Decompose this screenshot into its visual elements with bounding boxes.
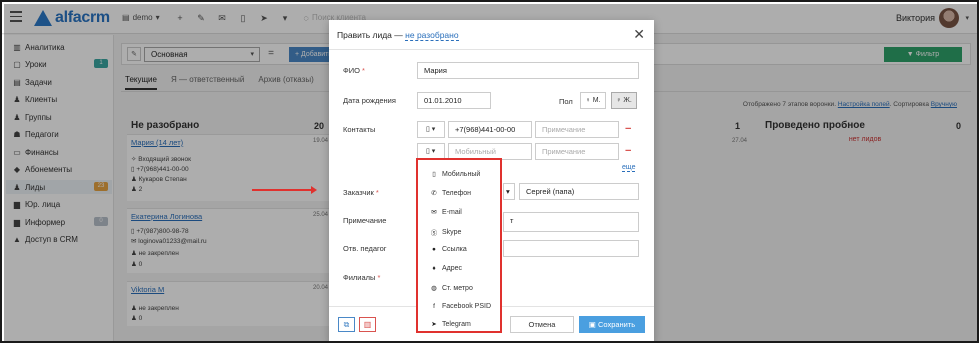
annotation-arrow [252, 186, 317, 194]
branches-label: Филиалы * [343, 273, 380, 282]
cancel-button[interactable]: Отмена [510, 316, 574, 333]
comment-label: Примечание [343, 216, 387, 225]
save-icon: ▣ [588, 320, 598, 329]
telegram-icon: ➤ [431, 321, 437, 328]
teacher-field[interactable] [503, 240, 639, 257]
required-mark: * [375, 188, 379, 197]
contact-type-select[interactable]: ▯ ▾ [417, 121, 445, 138]
gender-female-button[interactable]: ♀ Ж. [611, 92, 637, 109]
mobile-icon: ▯ [432, 171, 436, 178]
pin-icon: ♦ [432, 265, 436, 272]
modal-header: Править лида — не разобрано ✕ [329, 20, 654, 50]
trash-icon[interactable]: ▥ [359, 317, 376, 332]
metro-icon: ◍ [431, 285, 437, 292]
skype-icon: Ⓢ [430, 230, 438, 237]
dob-field[interactable]: 01.01.2010 [417, 92, 491, 109]
modal-title-text: Править лида — [337, 30, 403, 40]
contact-type-dropdown: ▯ Мобильный ✆ Телефон ✉ E-mail Ⓢ Skype ● Ссыл… [416, 158, 502, 333]
comment-field[interactable]: т [503, 212, 639, 232]
customer-field[interactable]: Сергей (папа) [519, 183, 639, 200]
dropdown-item-mobile[interactable]: ▯ Мобильный [430, 170, 481, 179]
customer-label: Заказчик * [343, 188, 379, 197]
required-mark: * [362, 66, 365, 75]
gender-label: Пол [559, 97, 573, 106]
dropdown-item-email[interactable]: ✉ E-mail [430, 208, 462, 217]
gender-male-button[interactable]: ♀ М. [580, 92, 606, 109]
dropdown-item-address[interactable]: ♦ Адрес [430, 265, 462, 272]
dropdown-item-facebook[interactable]: f Facebook PSID [430, 303, 491, 310]
contact-note-field[interactable]: Примечание [535, 143, 619, 160]
status-dropdown[interactable]: не разобрано [405, 30, 459, 41]
branches-label-text: Филиалы [343, 273, 376, 282]
dropdown-item-telegram[interactable]: ➤ Telegram [430, 320, 471, 329]
copy-icon[interactable]: ⧉ [338, 317, 355, 332]
close-icon[interactable]: ✕ [633, 26, 645, 43]
dropdown-item-label: Telegram [442, 320, 471, 328]
dropdown-item-label: Facebook PSID [442, 303, 492, 310]
dropdown-item-label: Телефон [442, 189, 472, 197]
required-mark: * [377, 273, 381, 282]
app-window: alfacrm ▤ demo ▾ + ✎ ✉ ▯ ➤ ▾ ◌ Поиск кли… [0, 0, 979, 343]
dropdown-item-label: Skype [442, 228, 462, 236]
fio-label: ФИО * [343, 66, 365, 75]
facebook-icon: f [433, 303, 435, 310]
remove-contact-icon[interactable]: − [625, 123, 631, 135]
more-contacts-link[interactable]: еще [622, 164, 636, 172]
edit-lead-modal: Править лида — не разобрано ✕ ФИО * Мари… [329, 20, 654, 341]
dropdown-item-label: Адрес [442, 265, 463, 272]
dropdown-item-label: Мобильный [442, 170, 481, 178]
save-label: Сохранить [597, 320, 636, 329]
fio-label-text: ФИО [343, 66, 360, 75]
dropdown-item-label: E-mail [442, 208, 462, 216]
dropdown-item-phone[interactable]: ✆ Телефон [430, 189, 472, 198]
fio-field[interactable]: Мария [417, 62, 639, 79]
link-icon: ● [432, 246, 436, 253]
dob-label: Дата рождения [343, 96, 396, 105]
email-icon: ✉ [431, 209, 437, 216]
dropdown-item-metro[interactable]: ◍ Ст. метро [430, 284, 473, 293]
dropdown-item-label: Ст. метро [442, 284, 473, 292]
save-button[interactable]: ▣ Сохранить [579, 316, 645, 333]
phone-icon: ✆ [431, 190, 437, 197]
teacher-label: Отв. педагог [343, 244, 387, 253]
modal-title: Править лида — не разобрано [337, 30, 459, 41]
customer-label-text: Заказчик [343, 188, 374, 197]
contacts-label: Контакты [343, 125, 376, 134]
customer-type-select[interactable]: ▾ [503, 183, 515, 200]
remove-contact-icon[interactable]: − [625, 145, 631, 157]
dropdown-item-skype[interactable]: Ⓢ Skype [430, 227, 462, 238]
dropdown-item-label: Ссылка [442, 246, 467, 253]
contact-note-field[interactable]: Примечание [535, 121, 619, 138]
dropdown-item-link[interactable]: ● Ссылка [430, 246, 467, 253]
phone-field[interactable]: +7(968)441-00-00 [448, 121, 532, 138]
